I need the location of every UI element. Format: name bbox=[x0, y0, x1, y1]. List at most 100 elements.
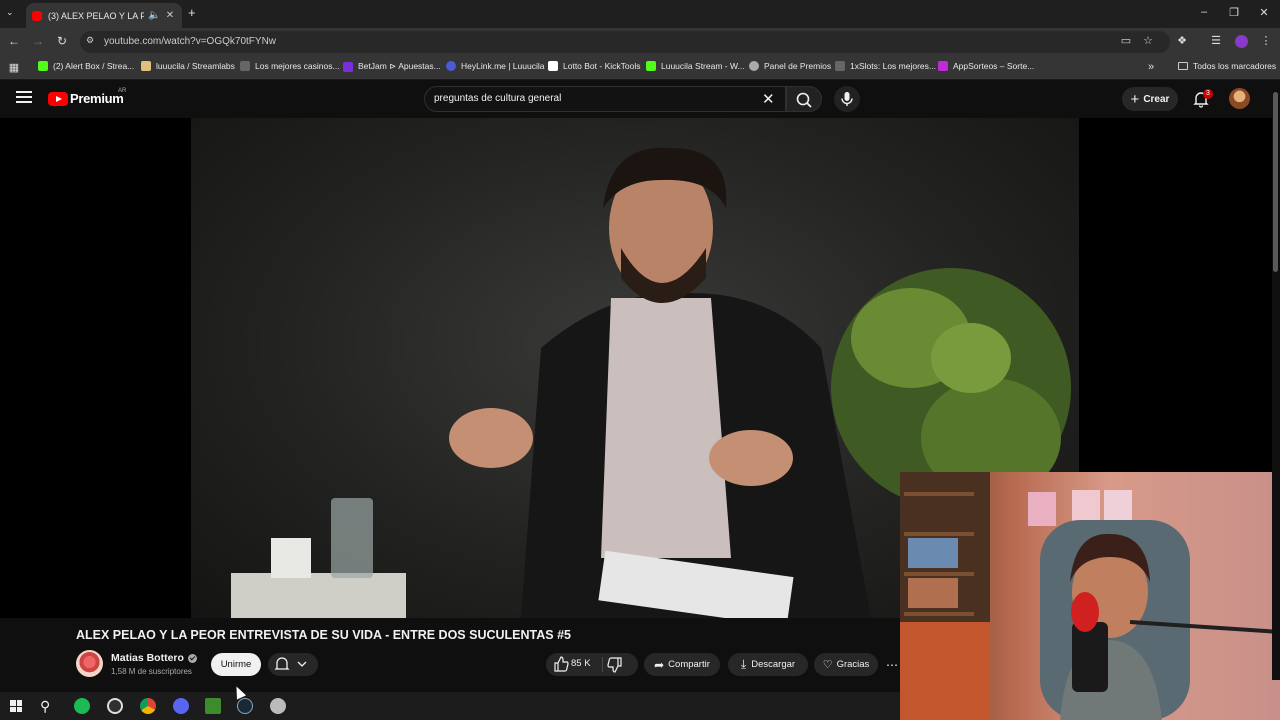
bookmark-item[interactable]: 1xSlots: Los mejores... bbox=[835, 61, 936, 71]
bookmark-favicon-icon bbox=[548, 61, 558, 71]
bookmark-favicon-icon bbox=[240, 61, 250, 71]
restore-icon[interactable]: ❐ bbox=[1224, 6, 1244, 19]
join-button[interactable]: Unirme bbox=[211, 653, 261, 676]
bookmark-item[interactable]: Panel de Premios bbox=[749, 61, 831, 71]
bookmark-favicon-icon bbox=[343, 61, 353, 72]
notification-badge: 3 bbox=[1203, 89, 1213, 99]
share-icon: ➦ bbox=[654, 657, 665, 672]
steam-icon[interactable] bbox=[237, 698, 253, 714]
install-app-icon[interactable]: ▭ bbox=[1118, 34, 1134, 47]
account-avatar[interactable] bbox=[1229, 88, 1250, 109]
channel-name: Matias Bottero bbox=[111, 652, 184, 664]
more-bookmarks-icon[interactable]: » bbox=[1143, 61, 1159, 73]
bookmark-item[interactable]: Lotto Bot - KickTools bbox=[548, 61, 640, 71]
bookmark-item[interactable]: luuucila / Streamlabs bbox=[141, 61, 235, 71]
bookmark-favicon-icon bbox=[446, 61, 456, 71]
close-window-icon[interactable]: ✕ bbox=[1254, 6, 1274, 19]
channel-name-link[interactable]: Matias Bottero bbox=[111, 652, 197, 664]
bookmark-favicon-icon bbox=[938, 61, 948, 71]
bookmark-label: Panel de Premios bbox=[764, 61, 832, 71]
youtube-logo-icon[interactable] bbox=[48, 92, 68, 106]
bookmark-favicon-icon bbox=[141, 61, 151, 71]
youtube-favicon-icon bbox=[32, 10, 42, 21]
close-tab-icon[interactable]: ✕ bbox=[164, 10, 176, 21]
all-bookmarks-label: Todos los marcadores bbox=[1193, 61, 1277, 71]
spotify-icon[interactable] bbox=[74, 698, 90, 714]
clear-search-icon[interactable]: ✕ bbox=[762, 90, 775, 108]
browser-tab-active[interactable]: (3) ALEX PELAO Y LA PEOR 🔈 ✕ bbox=[26, 3, 182, 28]
bookmark-item[interactable]: HeyLink.me | Luuucila bbox=[446, 61, 544, 71]
bookmark-item[interactable]: AppSorteos – Sorte... bbox=[938, 61, 1034, 71]
extensions-icon[interactable]: ❖ bbox=[1174, 34, 1190, 47]
dislike-button[interactable] bbox=[604, 653, 638, 676]
folder-icon bbox=[1178, 62, 1188, 70]
more-actions-button[interactable]: ⋯ bbox=[884, 653, 900, 676]
bookmark-item[interactable]: BetJam ⊳ Apuestas... bbox=[343, 61, 441, 72]
discord-icon[interactable] bbox=[173, 698, 189, 714]
obs-icon[interactable] bbox=[107, 698, 123, 714]
bookmark-item[interactable]: Los mejores casinos... bbox=[240, 61, 340, 71]
apps-grid-icon[interactable]: ▦ bbox=[6, 61, 22, 74]
forward-icon[interactable]: → bbox=[30, 34, 46, 48]
speaker-icon[interactable]: 🔈 bbox=[148, 10, 160, 21]
bell-icon bbox=[274, 657, 307, 670]
create-label: Crear bbox=[1143, 93, 1170, 105]
webcam-scene-image bbox=[900, 472, 1280, 720]
download-button[interactable]: ⤓ Descargar bbox=[728, 653, 808, 676]
new-tab-button[interactable]: + bbox=[188, 5, 196, 20]
bookmark-favicon-icon bbox=[835, 61, 845, 71]
share-button[interactable]: ➦ Compartir bbox=[644, 653, 720, 676]
download-label: Descargar bbox=[751, 659, 796, 670]
back-icon[interactable]: ← bbox=[6, 34, 22, 48]
bookmark-item[interactable]: Luuucila Stream - W... bbox=[646, 61, 745, 71]
url-text: youtube.com/watch?v=OGQk70tFYNw bbox=[104, 36, 277, 47]
search-button[interactable] bbox=[786, 86, 822, 112]
thumbs-up-icon bbox=[554, 656, 569, 672]
site-info-icon[interactable]: ⚙ bbox=[86, 35, 94, 46]
like-count: 85 K bbox=[571, 658, 591, 669]
thumbs-down-icon bbox=[607, 657, 622, 673]
subscription-notifications-button[interactable] bbox=[268, 653, 318, 676]
bookmark-label: luuucila / Streamlabs bbox=[156, 61, 235, 71]
search-icon bbox=[796, 92, 812, 108]
all-bookmarks-folder[interactable]: Todos los marcadores bbox=[1178, 61, 1276, 71]
browser-menu-icon[interactable]: ⋮ bbox=[1258, 34, 1274, 47]
profile-icon[interactable] bbox=[1235, 35, 1248, 48]
bookmark-favicon-icon bbox=[749, 61, 759, 71]
reload-icon[interactable]: ↻ bbox=[54, 34, 70, 48]
search-query-text: preguntas de cultura general bbox=[434, 93, 562, 104]
thanks-icon: ♡ bbox=[822, 659, 833, 671]
hamburger-menu-icon[interactable] bbox=[16, 91, 32, 105]
scrollbar-thumb[interactable] bbox=[1273, 92, 1278, 272]
tab-list-dropdown-icon[interactable]: ⌄ bbox=[6, 7, 14, 18]
thanks-button[interactable]: ♡ Gracias bbox=[814, 653, 878, 676]
create-button[interactable]: + Crear bbox=[1122, 87, 1178, 111]
premium-brand-text[interactable]: Premium bbox=[70, 91, 124, 106]
verified-icon bbox=[187, 653, 197, 663]
media-controls-icon[interactable]: ☰ bbox=[1208, 34, 1224, 47]
channel-avatar[interactable] bbox=[76, 650, 103, 677]
share-label: Compartir bbox=[668, 659, 710, 670]
bookmark-favicon-icon bbox=[38, 61, 48, 71]
thanks-label: Gracias bbox=[836, 659, 870, 670]
bookmark-label: BetJam ⊳ Apuestas... bbox=[358, 61, 441, 71]
bookmark-item[interactable]: (2) Alert Box / Strea... bbox=[38, 61, 134, 71]
bookmark-favicon-icon bbox=[646, 61, 656, 71]
bookmark-label: AppSorteos – Sorte... bbox=[953, 61, 1035, 71]
windows-start-icon[interactable] bbox=[10, 700, 22, 712]
microphone-icon bbox=[841, 92, 853, 106]
bookmark-label: (2) Alert Box / Strea... bbox=[53, 61, 135, 71]
minimize-icon[interactable]: – bbox=[1194, 6, 1214, 18]
minecraft-icon[interactable] bbox=[205, 698, 221, 714]
tab-title: (3) ALEX PELAO Y LA PEOR bbox=[48, 10, 144, 21]
taskbar-search-icon[interactable]: ⚲ bbox=[40, 698, 50, 715]
app-icon[interactable] bbox=[270, 698, 286, 714]
bookmark-label: Lotto Bot - KickTools bbox=[563, 61, 641, 71]
voice-search-button[interactable] bbox=[834, 86, 860, 112]
browser-tab-strip: ⌄ (3) ALEX PELAO Y LA PEOR 🔈 ✕ + – ❐ ✕ bbox=[0, 0, 1280, 28]
bookmark-label: HeyLink.me | Luuucila bbox=[461, 61, 545, 71]
bookmark-star-icon[interactable]: ☆ bbox=[1140, 34, 1156, 47]
windows-taskbar bbox=[0, 692, 900, 720]
like-divider bbox=[602, 657, 603, 672]
chrome-icon[interactable] bbox=[140, 698, 156, 714]
